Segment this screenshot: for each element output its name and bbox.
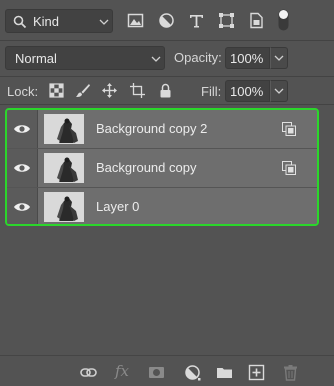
blend-mode-value: Normal — [15, 51, 57, 66]
eye-icon — [14, 164, 30, 172]
link-layers-icon[interactable] — [80, 364, 97, 381]
smart-object-filter-icon[interactable] — [248, 12, 265, 29]
chevron-down-icon — [274, 88, 284, 94]
adjustment-layer-icon[interactable] — [184, 364, 201, 381]
layer-thumbnail — [44, 114, 84, 144]
layers-bottom-toolbar: fx — [0, 355, 334, 386]
filter-kind-select[interactable]: Kind — [5, 9, 113, 33]
filter-kind-label: Kind — [33, 14, 60, 29]
shape-filter-icon[interactable] — [218, 12, 235, 29]
delete-layer-trash-icon[interactable] — [282, 364, 299, 381]
visibility-toggle[interactable] — [7, 188, 38, 224]
smart-object-icon — [282, 161, 296, 175]
divider — [0, 76, 334, 77]
visibility-toggle[interactable] — [7, 110, 38, 148]
lock-artboard-icon[interactable] — [130, 83, 145, 98]
filter-toggle-switch[interactable] — [278, 9, 289, 31]
layer-style-fx-button[interactable]: fx — [115, 362, 132, 380]
layer-row-layer-0[interactable]: Layer 0 — [7, 188, 317, 224]
layer-thumbnail — [44, 192, 84, 222]
divider — [0, 104, 334, 105]
lock-image-pixels-brush-icon[interactable] — [75, 83, 90, 98]
layer-name: Background copy 2 — [96, 121, 208, 136]
eye-icon — [14, 125, 30, 133]
adjustment-filter-icon[interactable] — [158, 12, 175, 29]
opacity-label: Opacity: — [174, 50, 222, 65]
new-group-folder-icon[interactable] — [216, 364, 233, 381]
layer-name: Background copy — [96, 160, 197, 175]
new-layer-icon[interactable] — [248, 364, 265, 381]
chevron-down-icon — [99, 19, 109, 25]
layer-row-background-copy-2[interactable]: Background copy 2 — [7, 110, 317, 148]
lock-position-move-icon[interactable] — [102, 83, 117, 98]
layer-thumbnail — [44, 153, 84, 183]
image-filter-icon[interactable] — [127, 12, 144, 29]
type-filter-icon[interactable] — [188, 12, 205, 29]
visibility-toggle[interactable] — [7, 149, 38, 187]
layer-name: Layer 0 — [96, 199, 140, 214]
lock-label: Lock: — [7, 84, 39, 99]
opacity-dropdown[interactable] — [270, 47, 288, 69]
selected-layers-group: Background copy 2 Background copy Layer … — [5, 108, 319, 226]
smart-object-icon — [282, 122, 296, 136]
opacity-input[interactable]: 100% — [225, 47, 270, 69]
layer-row-background-copy[interactable]: Background copy — [7, 149, 317, 187]
fill-dropdown[interactable] — [270, 80, 288, 102]
chevron-down-icon — [151, 56, 161, 62]
fill-label: Fill: — [201, 84, 222, 99]
chevron-down-icon — [274, 55, 284, 61]
fill-input[interactable]: 100% — [225, 80, 270, 102]
search-icon — [13, 15, 27, 29]
divider — [0, 40, 334, 41]
add-mask-icon[interactable] — [148, 364, 165, 381]
eye-icon — [14, 203, 30, 211]
blend-mode-select[interactable]: Normal — [5, 46, 165, 70]
lock-all-padlock-icon[interactable] — [158, 83, 173, 98]
lock-transparent-pixels-icon[interactable] — [49, 83, 64, 98]
